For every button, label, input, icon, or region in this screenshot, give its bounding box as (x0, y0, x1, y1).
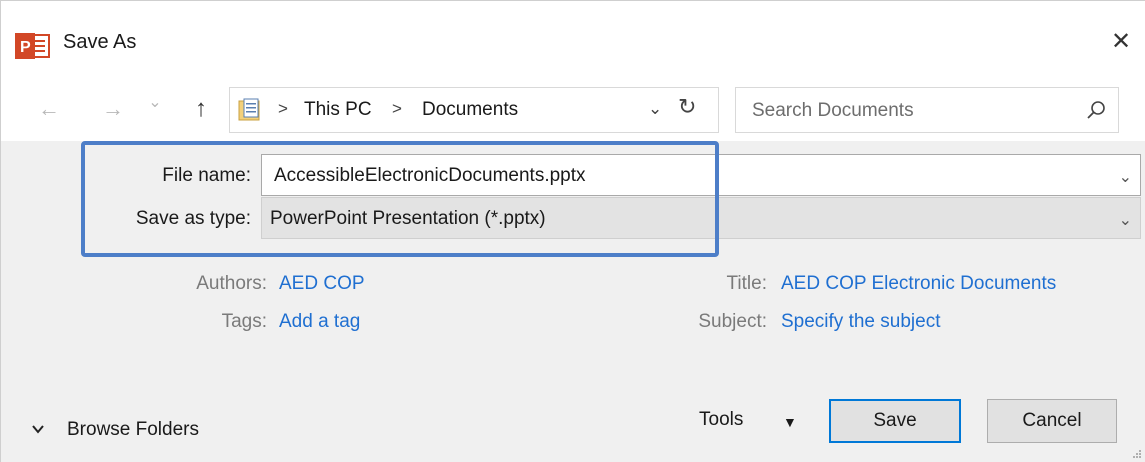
documents-folder-icon (238, 98, 260, 121)
up-button[interactable]: ↑ (187, 93, 215, 125)
chevron-down-icon: ⌄ (148, 94, 162, 111)
powerpoint-icon: P (15, 33, 50, 59)
search-icon[interactable] (1086, 100, 1106, 120)
authors-label: Authors: (196, 273, 267, 294)
save-type-select[interactable]: PowerPoint Presentation (*.pptx) ⌄ (261, 197, 1141, 239)
details-panel: File name: AccessibleElectronicDocuments… (1, 141, 1145, 462)
title-value[interactable]: AED COP Electronic Documents (781, 273, 1056, 295)
refresh-icon[interactable]: ↻ (678, 94, 696, 120)
file-name-field[interactable]: AccessibleElectronicDocuments.pptx ⌄ (261, 154, 1141, 196)
save-type-label: Save as type: (135, 208, 251, 229)
chevron-down-icon[interactable]: ⌄ (1119, 167, 1132, 187)
address-dropdown-icon[interactable]: ⌄ (648, 99, 662, 119)
search-box[interactable]: Search Documents (735, 87, 1119, 133)
chevron-down-icon[interactable] (31, 422, 45, 436)
chevron-down-icon[interactable]: ⌄ (1119, 210, 1132, 230)
close-button[interactable]: ✕ (1106, 27, 1136, 57)
back-button[interactable]: ← (35, 93, 63, 125)
forward-button[interactable]: → (99, 93, 127, 125)
tools-menu[interactable]: Tools (699, 409, 743, 431)
tags-label: Tags: (221, 311, 267, 332)
authors-value[interactable]: AED COP (279, 273, 365, 295)
address-bar[interactable]: > This PC > Documents ⌄ ↻ (229, 87, 719, 133)
cancel-button[interactable]: Cancel (987, 399, 1117, 443)
file-name-label: File name: (162, 165, 251, 186)
dropdown-arrow-icon[interactable]: ▼ (783, 414, 797, 430)
navigation-bar: ← → ⌄ ↑ > This PC > Documents ⌄ ↻ Search… (1, 79, 1145, 141)
subject-value[interactable]: Specify the subject (781, 311, 940, 333)
breadcrumb-separator-icon: > (392, 99, 402, 118)
breadcrumb-this-pc[interactable]: This PC (304, 99, 372, 121)
search-input[interactable]: Search Documents (752, 100, 914, 122)
title-label: Title: (726, 273, 767, 294)
close-icon: ✕ (1110, 28, 1132, 55)
window-title: Save As (63, 31, 137, 53)
title-bar: P Save As ✕ (1, 1, 1145, 79)
breadcrumb-separator-icon: > (278, 99, 288, 118)
save-as-dialog: P Save As ✕ ← → ⌄ ↑ > This PC > Document… (0, 0, 1145, 462)
subject-label: Subject: (698, 311, 767, 332)
recent-locations-button[interactable]: ⌄ (141, 87, 169, 119)
save-type-value[interactable]: PowerPoint Presentation (*.pptx) (270, 208, 546, 230)
up-arrow-icon: ↑ (195, 95, 207, 122)
svg-text:P: P (20, 39, 31, 56)
forward-arrow-icon: → (102, 96, 124, 121)
file-name-value[interactable]: AccessibleElectronicDocuments.pptx (274, 165, 586, 187)
breadcrumb-documents[interactable]: Documents (422, 99, 518, 121)
browse-folders-toggle[interactable]: Browse Folders (67, 419, 199, 441)
back-arrow-icon: ← (38, 96, 60, 121)
save-button[interactable]: Save (829, 399, 961, 443)
resize-grip-icon[interactable] (1132, 449, 1142, 459)
tags-value[interactable]: Add a tag (279, 311, 360, 333)
